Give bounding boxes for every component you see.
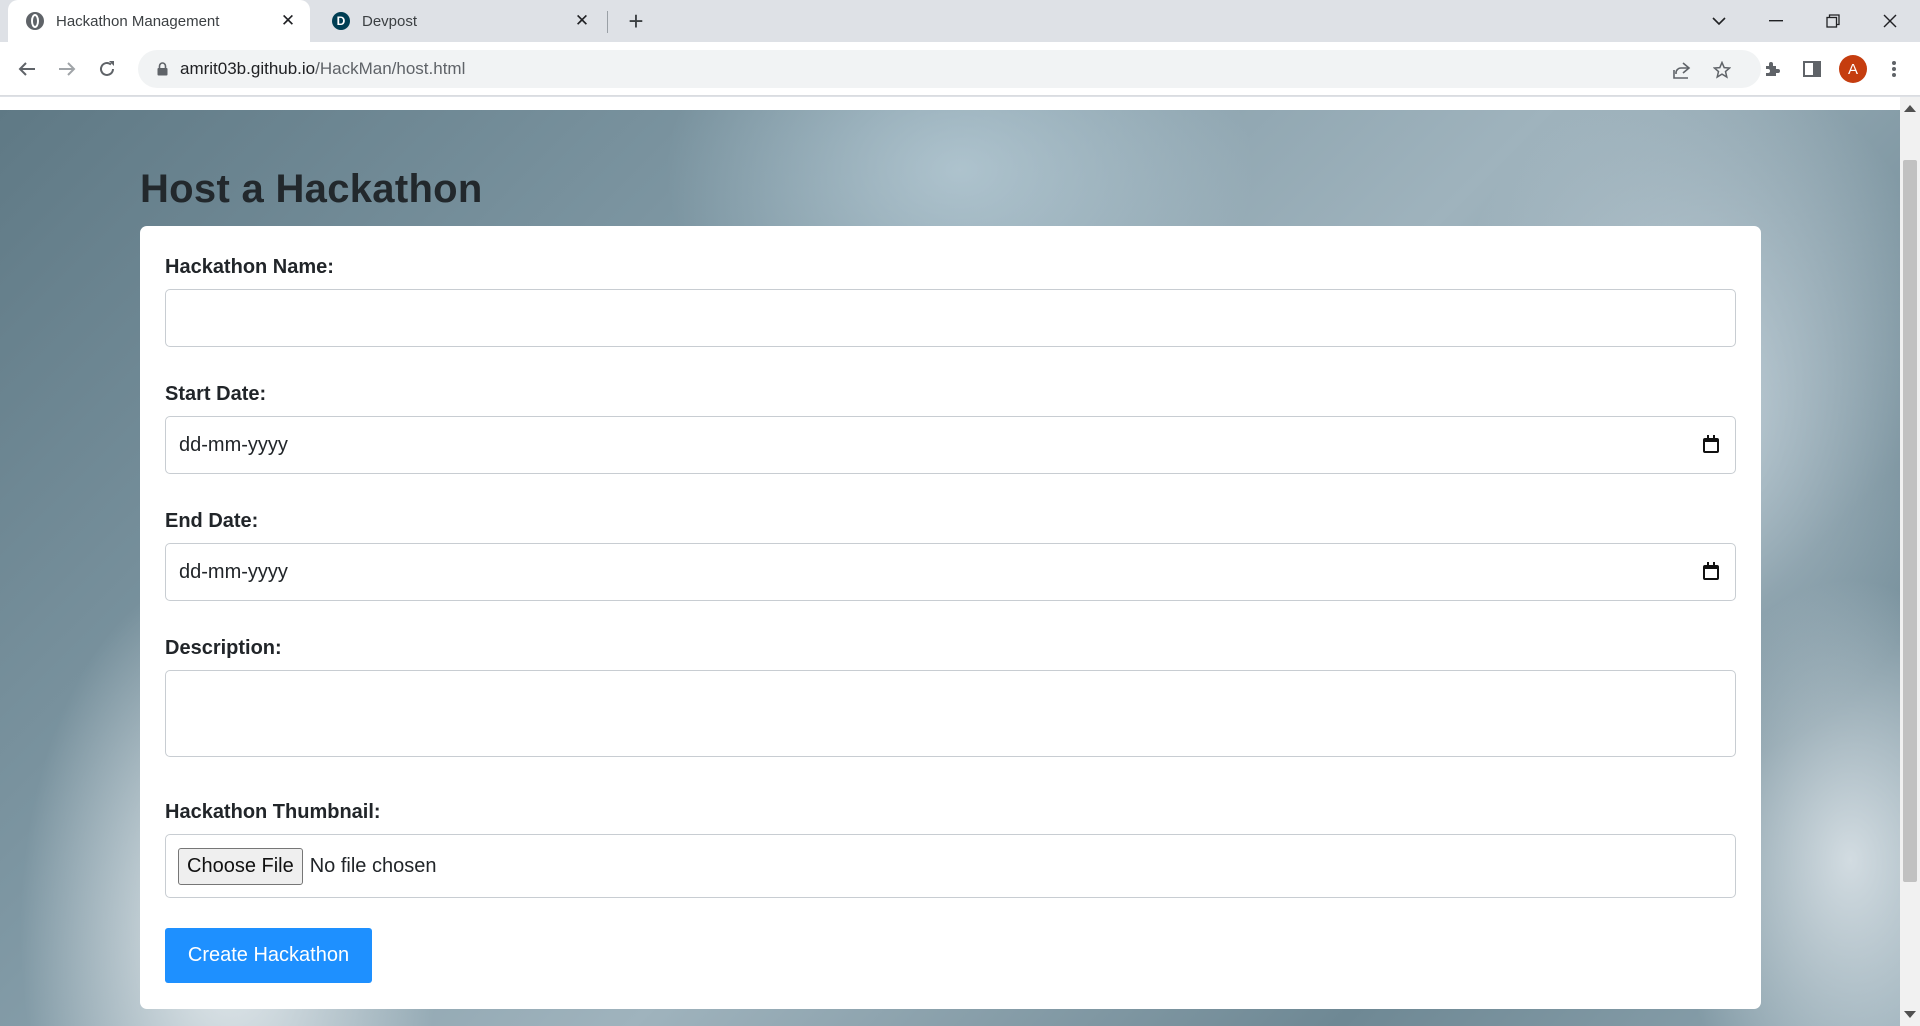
tab-divider xyxy=(607,11,608,33)
minimize-button[interactable] xyxy=(1748,0,1804,42)
devpost-d-icon: D xyxy=(332,12,350,30)
puzzle-icon xyxy=(1766,62,1780,76)
arrow-right-icon xyxy=(59,62,76,76)
page-scrollbar[interactable] xyxy=(1900,97,1920,1026)
forward-button[interactable] xyxy=(52,54,82,84)
reload-icon xyxy=(100,61,114,76)
calendar-icon[interactable] xyxy=(1701,562,1721,582)
scroll-down-icon[interactable] xyxy=(1904,1011,1916,1018)
tab-title: Devpost xyxy=(362,12,418,30)
address-bar[interactable]: amrit03b.github.io/HackMan/host.html xyxy=(138,50,1761,88)
arrow-left-icon xyxy=(18,62,35,76)
tab-hackathon-management[interactable]: Hackathon Management ✕ xyxy=(8,0,310,42)
description-textarea[interactable] xyxy=(165,670,1736,757)
tab-search-button[interactable] xyxy=(1691,0,1747,42)
scrollbar-thumb[interactable] xyxy=(1903,160,1917,882)
tab-devpost[interactable]: D Devpost ✕ xyxy=(314,0,604,42)
url-text: amrit03b.github.io/HackMan/host.html xyxy=(180,59,466,78)
scroll-up-icon[interactable] xyxy=(1904,105,1916,112)
start-date-label: Start Date: xyxy=(165,383,267,405)
name-label: Hackathon Name: xyxy=(165,256,334,278)
start-date-input[interactable]: dd-mm-yyyy xyxy=(165,416,1736,474)
background-image: Host a Hackathon Hackathon Name: Start D… xyxy=(0,110,1900,1026)
thumbnail-file-input: Choose File No file chosen xyxy=(165,834,1736,898)
end-date-placeholder: dd-mm-yyyy xyxy=(179,560,288,583)
close-icon xyxy=(1883,14,1897,28)
minimize-icon xyxy=(1769,20,1783,22)
side-panel-icon xyxy=(1803,61,1821,77)
new-tab-button[interactable]: + xyxy=(622,6,650,36)
bookmark-star-icon[interactable] xyxy=(1711,59,1733,81)
extensions-button[interactable] xyxy=(1758,54,1788,84)
create-hackathon-button[interactable]: Create Hackathon xyxy=(165,928,372,983)
tab-strip: Hackathon Management ✕ D Devpost ✕ + xyxy=(0,0,1920,42)
hackathon-name-input[interactable] xyxy=(165,289,1736,347)
close-tab-icon[interactable]: ✕ xyxy=(570,9,594,33)
chevron-down-icon xyxy=(1712,16,1726,25)
restore-icon xyxy=(1826,14,1840,28)
menu-button[interactable] xyxy=(1879,54,1909,84)
reload-button[interactable] xyxy=(92,54,122,84)
globe-icon xyxy=(26,12,44,30)
page-viewport: Host a Hackathon Hackathon Name: Start D… xyxy=(0,97,1900,1026)
side-panel-button[interactable] xyxy=(1797,54,1827,84)
close-window-button[interactable] xyxy=(1862,0,1918,42)
thumbnail-label: Hackathon Thumbnail: xyxy=(165,801,381,823)
back-button[interactable] xyxy=(12,54,42,84)
tab-title: Hackathon Management xyxy=(56,12,220,30)
end-date-input[interactable]: dd-mm-yyyy xyxy=(165,543,1736,601)
close-tab-icon[interactable]: ✕ xyxy=(276,9,300,33)
kebab-menu-icon xyxy=(1892,61,1896,77)
profile-avatar[interactable]: A xyxy=(1839,55,1867,83)
page-title: Host a Hackathon xyxy=(140,167,483,211)
calendar-icon[interactable] xyxy=(1701,435,1721,455)
end-date-label: End Date: xyxy=(165,510,259,532)
browser-toolbar: amrit03b.github.io/HackMan/host.html A xyxy=(0,42,1920,96)
choose-file-button[interactable]: Choose File xyxy=(178,847,303,885)
file-status-text: No file chosen xyxy=(309,854,437,877)
share-icon[interactable] xyxy=(1671,59,1693,81)
start-date-placeholder: dd-mm-yyyy xyxy=(179,433,288,456)
restore-button[interactable] xyxy=(1805,0,1861,42)
host-form: Hackathon Name: Start Date: dd-mm-yyyy E… xyxy=(140,226,1761,1009)
lock-icon xyxy=(152,59,172,79)
description-label: Description: xyxy=(165,637,282,659)
